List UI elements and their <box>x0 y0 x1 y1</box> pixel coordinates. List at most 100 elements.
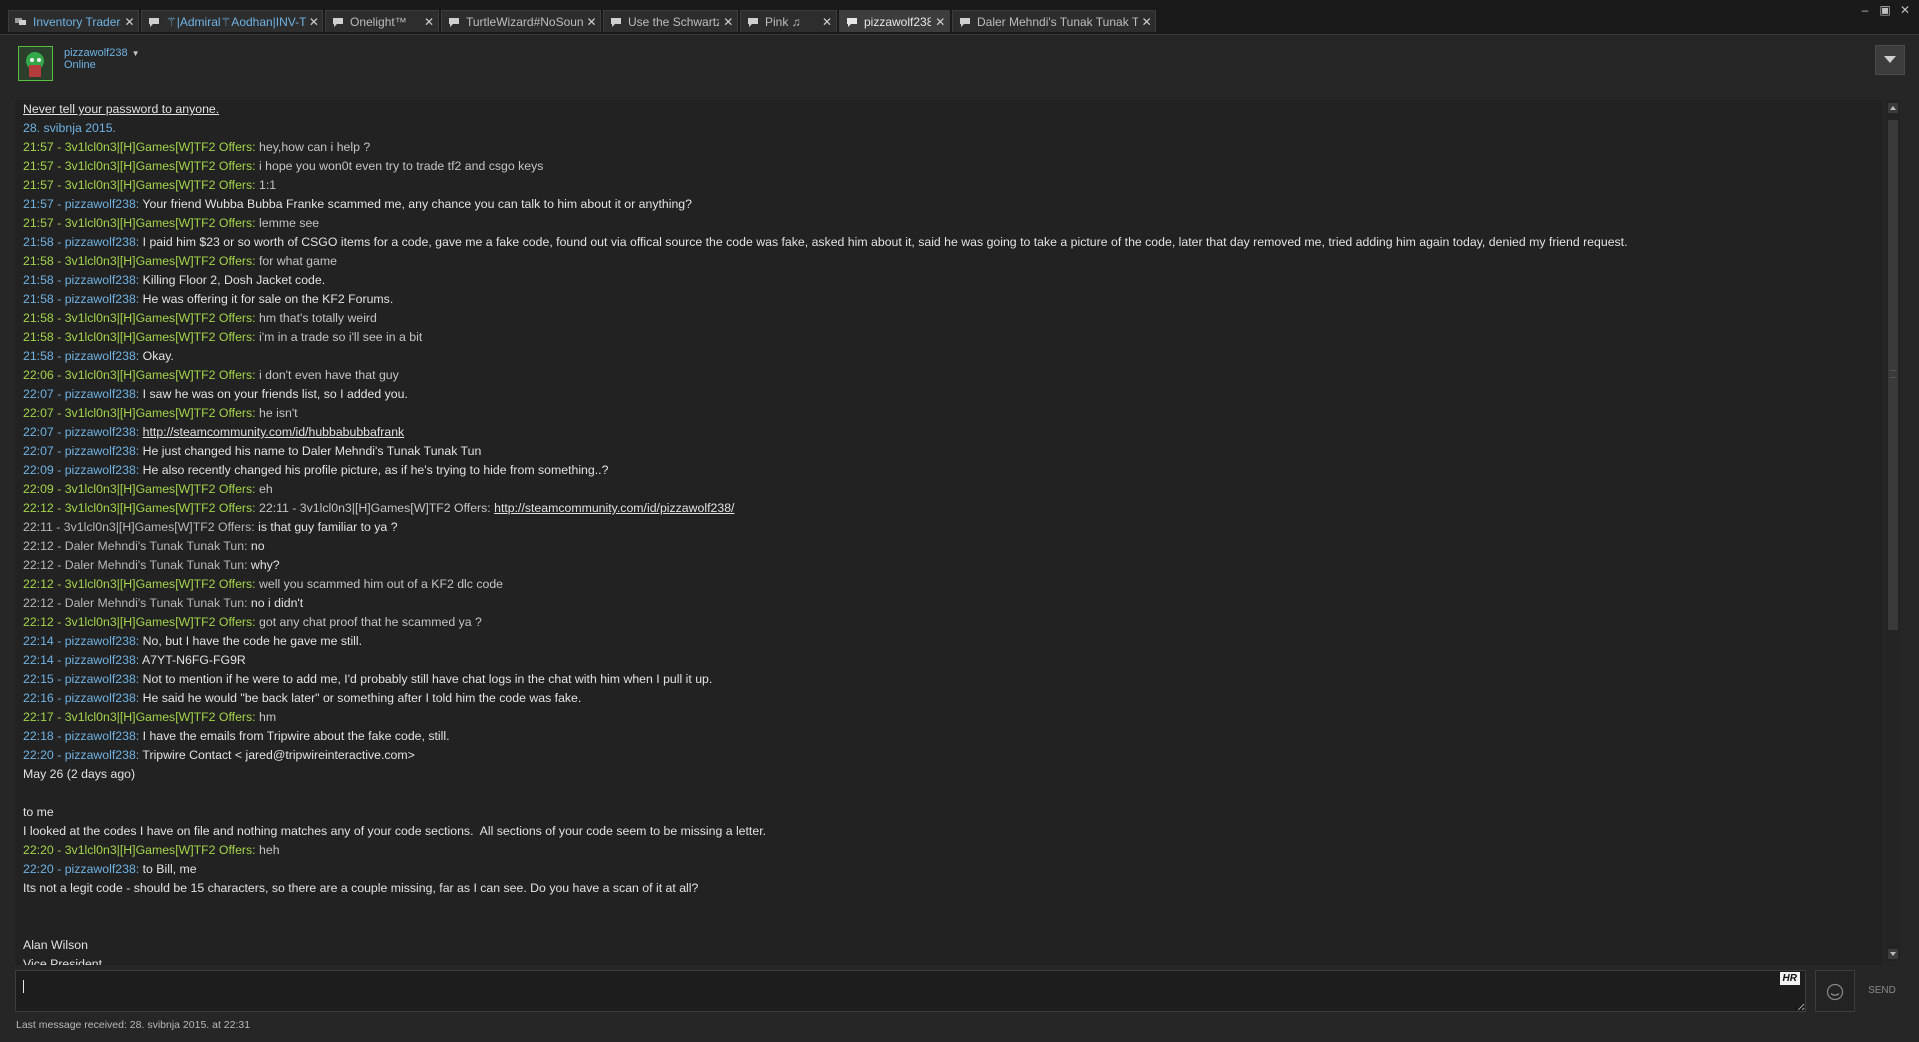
chat-line: 21:58 - pizzawolf238: Killing Floor 2, D… <box>23 271 1875 290</box>
message-sender: 21:57 - 3v1lcl0n3|[H]Games[W]TF2 Offers: <box>23 140 256 154</box>
close-icon[interactable]: ✕ <box>1138 15 1155 29</box>
close-icon[interactable]: ✕ <box>719 15 737 29</box>
chevron-down-icon <box>1884 56 1896 63</box>
online-status: Online <box>64 59 96 71</box>
username: pizzawolf238 <box>64 47 128 59</box>
tab-admiral-aodhan[interactable]: ⚚|Admiral⚚Aodhan|INV-T|⚚ ✕ <box>141 10 323 32</box>
close-window-button[interactable]: ✕ <box>1899 4 1911 16</box>
message-text: no <box>247 539 265 553</box>
message-text: I saw he was on your friends list, so I … <box>139 387 408 401</box>
chat-line: 21:58 - pizzawolf238: He was offering it… <box>23 290 1875 309</box>
message-text: Its not a legit code - should be 15 char… <box>23 881 699 895</box>
close-icon[interactable]: ✕ <box>583 15 600 29</box>
message-text: i hope you won0t even try to trade tf2 a… <box>255 159 544 173</box>
message-text: is that guy familiar to ya ? <box>254 520 398 534</box>
window-controls: – ▣ ✕ <box>1859 4 1911 16</box>
message-sender: 21:58 - pizzawolf238: <box>23 349 140 363</box>
tab-daler-mehndi[interactable]: Daler Mehndi's Tunak Tunak Tun ✕ <box>952 10 1156 32</box>
chat-line: 22:07 - pizzawolf238: I saw he was on yo… <box>23 385 1875 404</box>
message-text: i don't even have that guy <box>255 368 399 382</box>
chat-line: 21:57 - pizzawolf238: Your friend Wubba … <box>23 195 1875 214</box>
chat-line: 22:07 - pizzawolf238: http://steamcommun… <box>23 423 1875 442</box>
emoticon-button[interactable] <box>1815 970 1855 1012</box>
chat-line: 22:09 - pizzawolf238: He also recently c… <box>23 461 1875 480</box>
chat-line <box>23 784 1875 803</box>
message-sender: 22:12 - Daler Mehndi's Tunak Tunak Tun: <box>23 596 248 610</box>
chat-line: May 26 (2 days ago) <box>23 765 1875 784</box>
restore-button[interactable]: ▣ <box>1879 4 1891 16</box>
close-icon[interactable]: ✕ <box>420 15 438 29</box>
tab-pink[interactable]: Pink ♫ ✕ <box>740 10 837 32</box>
text-cursor <box>23 980 24 993</box>
chat-line: 21:58 - 3v1lcl0n3|[H]Games[W]TF2 Offers:… <box>23 309 1875 328</box>
chat-line: 22:07 - 3v1lcl0n3|[H]Games[W]TF2 Offers:… <box>23 404 1875 423</box>
tab-turtlewizard[interactable]: TurtleWizard#NoSound ✕ <box>441 10 601 32</box>
message-text: he isn't <box>255 406 298 420</box>
chat-bubble-icon <box>148 17 160 27</box>
message-input[interactable] <box>16 971 1805 1011</box>
message-sender: 22:20 - pizzawolf238: <box>23 862 140 876</box>
chat-bubble-icon <box>332 17 344 27</box>
close-icon[interactable]: ✕ <box>306 15 322 29</box>
message-sender: 22:15 - pizzawolf238: <box>23 672 140 686</box>
chat-line: 22:14 - pizzawolf238: A7YT-N6FG-FG9R <box>23 651 1875 670</box>
message-text: no i didn't <box>247 596 304 610</box>
scroll-down-button[interactable] <box>1888 949 1898 959</box>
chat-line <box>23 898 1875 917</box>
message-text: for what game <box>255 254 337 268</box>
chat-header: pizzawolf238 ▼ Online <box>0 35 1919 90</box>
message-text: May 26 (2 days ago) <box>23 767 136 781</box>
message-sender: 22:14 - pizzawolf238: <box>23 653 140 667</box>
message-text: Vice President <box>23 957 103 965</box>
tab-pizzawolf238[interactable]: pizzawolf238 ✕ <box>839 10 950 32</box>
chat-line: 22:06 - 3v1lcl0n3|[H]Games[W]TF2 Offers:… <box>23 366 1875 385</box>
close-icon[interactable]: ✕ <box>931 15 949 29</box>
chat-line: 22:20 - 3v1lcl0n3|[H]Games[W]TF2 Offers:… <box>23 841 1875 860</box>
chat-bubble-icon <box>448 17 460 27</box>
tab-inventory-traders[interactable]: Inventory Traders ✕ <box>8 10 139 32</box>
message-sender: 22:07 - pizzawolf238: <box>23 387 140 401</box>
chat-line: 21:58 - 3v1lcl0n3|[H]Games[W]TF2 Offers:… <box>23 252 1875 271</box>
message-sender: 22:20 - 3v1lcl0n3|[H]Games[W]TF2 Offers: <box>23 843 256 857</box>
chat-line: Alan Wilson <box>23 936 1875 955</box>
message-sender: 22:09 - pizzawolf238: <box>23 463 140 477</box>
message-sender: 22:17 - 3v1lcl0n3|[H]Games[W]TF2 Offers: <box>23 710 256 724</box>
message-text: to Bill, me <box>139 862 197 876</box>
chat-line: 21:58 - pizzawolf238: I paid him $23 or … <box>23 233 1875 252</box>
chat-line: 22:12 - Daler Mehndi's Tunak Tunak Tun: … <box>23 537 1875 556</box>
scroll-up-button[interactable] <box>1888 103 1898 113</box>
minimize-button[interactable]: – <box>1859 4 1871 16</box>
chat-log[interactable]: Never tell your password to anyone. 28. … <box>15 100 1883 965</box>
last-message-status: Last message received: 28. svibnja 2015.… <box>16 1019 251 1031</box>
chat-scrollbar[interactable] <box>1886 100 1900 962</box>
chat-line: 21:57 - 3v1lcl0n3|[H]Games[W]TF2 Offers:… <box>23 176 1875 195</box>
message-text: Killing Floor 2, Dosh Jacket code. <box>139 273 326 287</box>
message-text: Tripwire Contact < jared@tripwireinterac… <box>139 748 415 762</box>
tab-use-the-schwartz[interactable]: Use the Schwartz ✕ <box>603 10 738 32</box>
message-sender: 22:06 - 3v1lcl0n3|[H]Games[W]TF2 Offers: <box>23 368 256 382</box>
message-sender: 21:57 - pizzawolf238: <box>23 197 140 211</box>
message-text: A7YT-N6FG-FG9R <box>139 653 246 667</box>
send-button[interactable]: SEND <box>1862 972 1902 1010</box>
message-text: Your friend Wubba Bubba Franke scammed m… <box>139 197 692 211</box>
message-sender: 22:07 - pizzawolf238: <box>23 444 140 458</box>
username-dropdown[interactable]: pizzawolf238 ▼ <box>64 47 140 59</box>
password-warning-link[interactable]: Never tell your password to anyone. <box>23 102 219 116</box>
chat-menu-button[interactable] <box>1875 45 1905 75</box>
chat-line: 22:12 - 3v1lcl0n3|[H]Games[W]TF2 Offers:… <box>23 613 1875 632</box>
tab-label: Pink ♫ <box>765 14 801 29</box>
message-link[interactable]: http://steamcommunity.com/id/pizzawolf23… <box>494 501 734 515</box>
avatar[interactable] <box>18 46 53 81</box>
close-icon[interactable]: ✕ <box>121 15 138 29</box>
chat-line: 22:18 - pizzawolf238: I have the emails … <box>23 727 1875 746</box>
message-link[interactable]: http://steamcommunity.com/id/hubbabubbaf… <box>143 425 405 439</box>
message-sender: 22:09 - 3v1lcl0n3|[H]Games[W]TF2 Offers: <box>23 482 256 496</box>
message-text: hey,how can i help ? <box>255 140 371 154</box>
message-text: eh <box>255 482 273 496</box>
message-text: got any chat proof that he scammed ya ? <box>255 615 482 629</box>
scroll-thumb[interactable] <box>1888 120 1898 630</box>
chat-line <box>23 917 1875 936</box>
close-icon[interactable]: ✕ <box>818 15 836 29</box>
grip-icon <box>1890 370 1896 378</box>
tab-onelight[interactable]: Onelight™ ✕ <box>325 10 439 32</box>
